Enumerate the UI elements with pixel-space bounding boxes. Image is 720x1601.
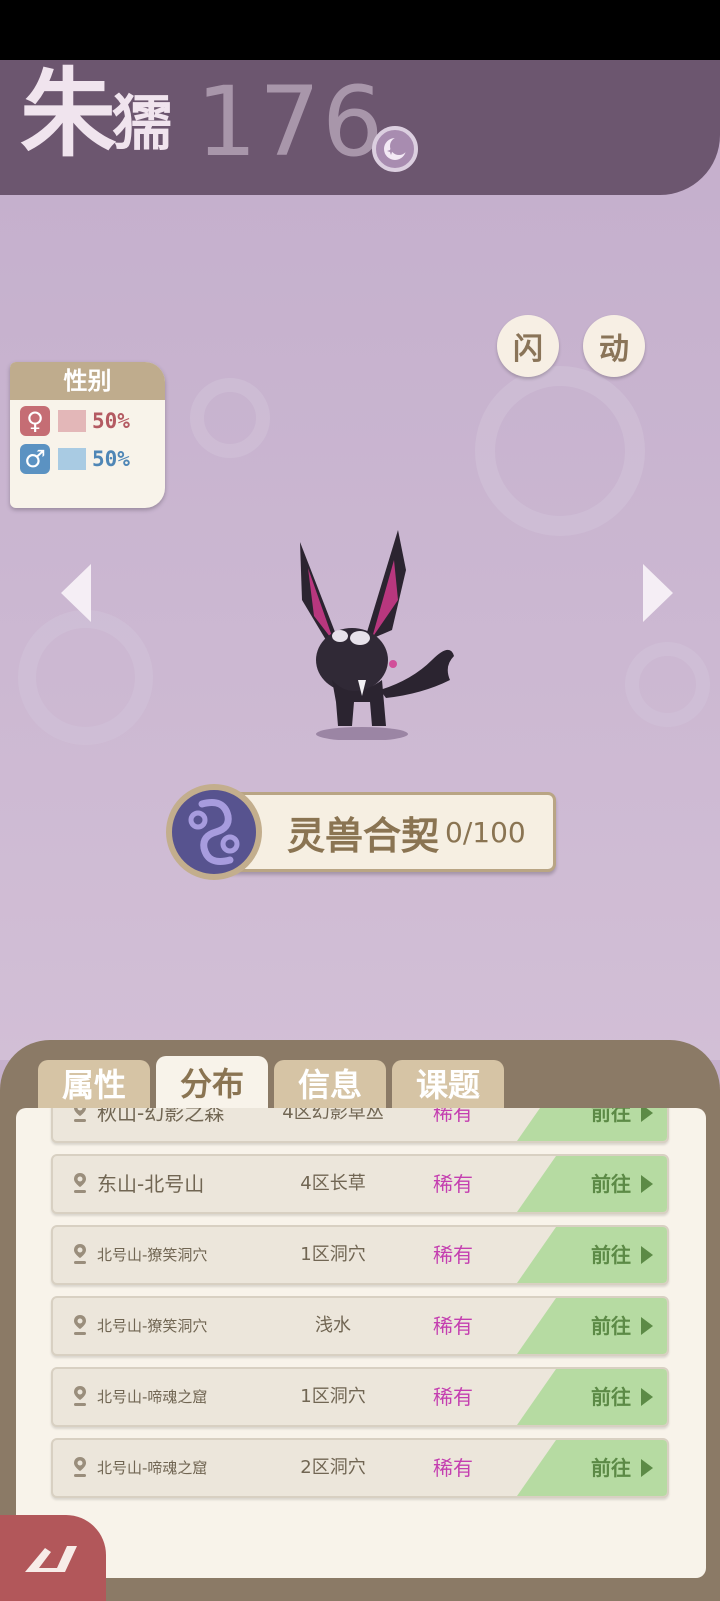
- go-label: 前往: [591, 1108, 631, 1125]
- contract-label: 灵兽合契: [287, 813, 440, 858]
- play-arrow-icon: [641, 1175, 653, 1193]
- play-arrow-icon: [641, 1317, 653, 1335]
- location-zone: 1区洞穴: [300, 1244, 366, 1265]
- location-row: 东山-北号山 4区长草 稀有 前往: [51, 1154, 669, 1214]
- map-pin-icon: [74, 1315, 86, 1335]
- location-rarity: 稀有: [433, 1172, 473, 1196]
- decor-ring: [625, 642, 710, 727]
- female-swatch: [58, 410, 86, 432]
- gender-card: 性别 ♀ 50% ♂ 50%: [10, 362, 165, 508]
- map-pin-icon: [74, 1173, 86, 1193]
- contract-count: 0/100: [445, 815, 526, 849]
- go-button[interactable]: 前往: [517, 1227, 667, 1283]
- shiny-button[interactable]: 闪: [497, 315, 559, 377]
- go-button[interactable]: 前往: [517, 1440, 667, 1496]
- location-row: 北号山-獠笑洞穴 1区洞穴 稀有 前往: [51, 1225, 669, 1285]
- shiny-label: 闪: [513, 332, 543, 367]
- map-pin-icon: [74, 1108, 86, 1122]
- contract-bar[interactable]: 灵兽合契 0/100: [222, 792, 556, 872]
- location-rarity: 稀有: [433, 1243, 473, 1267]
- go-label: 前往: [591, 1172, 631, 1196]
- female-percent: 50%: [92, 409, 130, 433]
- gender-title: 性别: [10, 362, 165, 400]
- animate-label: 动: [599, 332, 629, 367]
- play-arrow-icon: [641, 1459, 653, 1477]
- decor-ring: [475, 366, 645, 536]
- go-label: 前往: [591, 1385, 631, 1409]
- decor-ring: [18, 610, 153, 745]
- location-name: 北号山-啼魂之窟: [97, 1459, 208, 1477]
- dex-number: 176: [196, 66, 386, 178]
- location-zone: 4区长草: [300, 1173, 366, 1194]
- location-row: 北号山-啼魂之窟 2区洞穴 稀有 前往: [51, 1438, 669, 1498]
- tab-bar: 属性 分布 信息 课题: [38, 1056, 510, 1112]
- animate-button[interactable]: 动: [583, 315, 645, 377]
- location-list: 秋山-幻影之森 4区幻影草丛 稀有 前往 东山-北号山 4区长草 稀有 前往 北…: [16, 1108, 706, 1578]
- location-zone: 4区幻影草丛: [282, 1108, 384, 1123]
- location-rarity: 稀有: [433, 1385, 473, 1409]
- play-arrow-icon: [641, 1246, 653, 1264]
- location-name: 秋山-幻影之森: [97, 1108, 225, 1125]
- gender-female-row: ♀ 50%: [10, 404, 165, 438]
- male-percent: 50%: [92, 447, 130, 471]
- go-label: 前往: [591, 1314, 631, 1338]
- creature-name-char2: 獳: [112, 89, 172, 159]
- go-button[interactable]: 前往: [517, 1369, 667, 1425]
- go-button[interactable]: 前往: [517, 1156, 667, 1212]
- menu-logo-icon[interactable]: [0, 1515, 106, 1601]
- tab-attributes[interactable]: 属性: [38, 1060, 150, 1110]
- creature-sprite: [300, 530, 454, 740]
- status-bar: [0, 0, 720, 60]
- location-name: 北号山-啼魂之窟: [97, 1388, 208, 1406]
- go-label: 前往: [591, 1243, 631, 1267]
- location-name: 东山-北号山: [97, 1172, 205, 1196]
- decor-ring: [190, 378, 270, 458]
- gender-male-row: ♂ 50%: [10, 442, 165, 476]
- location-row: 北号山-啼魂之窟 1区洞穴 稀有 前往: [51, 1367, 669, 1427]
- location-rarity: 稀有: [433, 1314, 473, 1338]
- map-pin-icon: [74, 1386, 86, 1406]
- go-button[interactable]: 前往: [517, 1108, 667, 1141]
- next-arrow-icon[interactable]: [643, 564, 673, 622]
- location-zone: 浅水: [315, 1315, 351, 1336]
- location-zone: 2区洞穴: [300, 1457, 366, 1478]
- tab-tasks[interactable]: 课题: [392, 1060, 504, 1110]
- location-row: 秋山-幻影之森 4区幻影草丛 稀有 前往: [51, 1108, 669, 1143]
- map-pin-icon: [74, 1457, 86, 1477]
- contract-link-icon: [166, 784, 262, 880]
- moon-icon[interactable]: [372, 126, 418, 172]
- tab-info[interactable]: 信息: [274, 1060, 386, 1110]
- location-zone: 1区洞穴: [300, 1386, 366, 1407]
- go-label: 前往: [591, 1456, 631, 1480]
- male-icon: ♂: [20, 444, 50, 474]
- location-row: 北号山-獠笑洞穴 浅水 稀有 前往: [51, 1296, 669, 1356]
- tab-distribution[interactable]: 分布: [156, 1056, 268, 1112]
- map-pin-icon: [74, 1244, 86, 1264]
- previous-arrow-icon[interactable]: [61, 564, 91, 622]
- female-icon: ♀: [20, 406, 50, 436]
- go-button[interactable]: 前往: [517, 1298, 667, 1354]
- location-rarity: 稀有: [433, 1108, 473, 1125]
- location-name: 北号山-獠笑洞穴: [97, 1246, 208, 1264]
- creature-name-char1: 朱: [20, 58, 116, 170]
- male-swatch: [58, 448, 86, 470]
- location-rarity: 稀有: [433, 1456, 473, 1480]
- play-arrow-icon: [641, 1108, 653, 1122]
- location-name: 北号山-獠笑洞穴: [97, 1317, 208, 1335]
- play-arrow-icon: [641, 1388, 653, 1406]
